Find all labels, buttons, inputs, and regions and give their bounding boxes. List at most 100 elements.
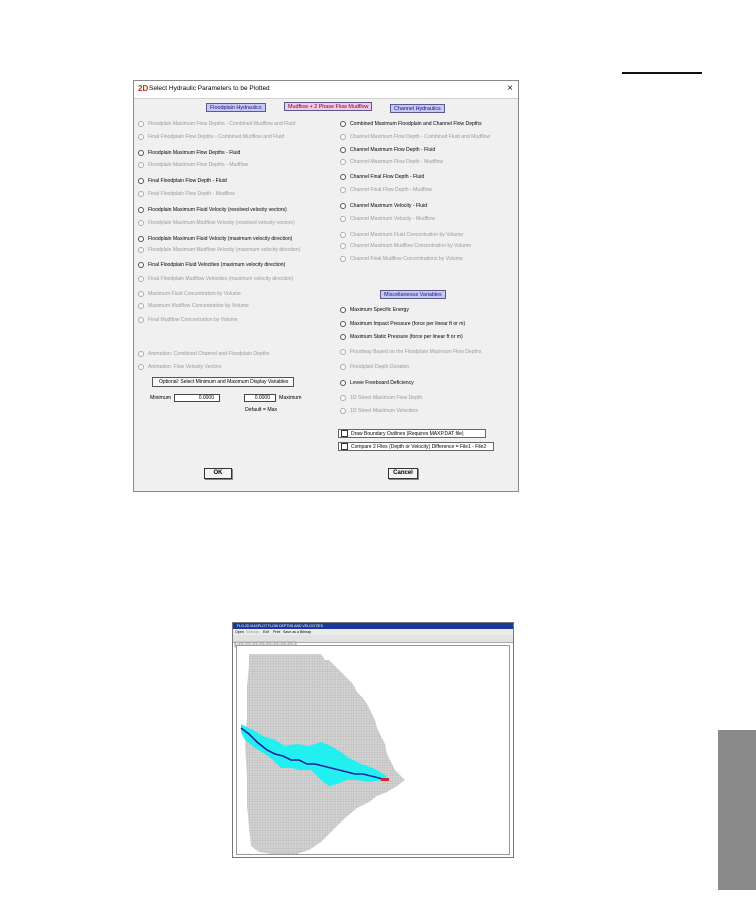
- radio-button[interactable]: [138, 262, 144, 268]
- checkbox-box[interactable]: [341, 443, 348, 450]
- radio-button[interactable]: [340, 232, 346, 238]
- radio-option[interactable]: Final Floodplain Fluid Velocities (maxim…: [138, 262, 285, 268]
- radio-option[interactable]: Floodway Based on the Floodplain Maximum…: [340, 349, 481, 355]
- radio-button[interactable]: [138, 121, 144, 127]
- radio-option[interactable]: Channel Final Flow Depth - Fluid: [340, 174, 424, 180]
- radio-button[interactable]: [138, 191, 144, 197]
- cancel-button[interactable]: Cancel: [388, 468, 418, 479]
- channel-hydraulics-header: Channel Hydraulics: [390, 104, 445, 113]
- radio-option[interactable]: Floodplain Maximum Mudflow Velocity (res…: [138, 220, 295, 226]
- radio-button[interactable]: [340, 203, 346, 209]
- radio-button[interactable]: [340, 349, 346, 355]
- radio-button[interactable]: [340, 380, 346, 386]
- maximum-input[interactable]: 0.0000: [244, 394, 276, 402]
- radio-button[interactable]: [340, 174, 346, 180]
- maxplot-window: FLO-2D MAXPLOT FLOW DEPTHS AND VELOCITIE…: [232, 622, 514, 858]
- radio-button[interactable]: [138, 150, 144, 156]
- radio-button[interactable]: [340, 408, 346, 414]
- radio-button[interactable]: [340, 243, 346, 249]
- radio-option[interactable]: Floodplain Maximum Fluid Velocity (resol…: [138, 207, 287, 213]
- radio-button[interactable]: [138, 220, 144, 226]
- radio-button[interactable]: [340, 395, 346, 401]
- radio-button[interactable]: [138, 207, 144, 213]
- radio-button[interactable]: [138, 364, 144, 370]
- radio-button[interactable]: [340, 321, 346, 327]
- radio-option[interactable]: Animation: Combined Channel and Floodpla…: [138, 351, 269, 357]
- radio-option[interactable]: Floodplain Maximum Flow Depths - Fluid: [138, 150, 240, 156]
- radio-option[interactable]: Maximum Fluid Concentration by Volume: [138, 291, 241, 297]
- radio-option[interactable]: Maximum Specific Energy: [340, 307, 409, 313]
- radio-option[interactable]: Combined Maximum Floodplain and Channel …: [340, 121, 482, 127]
- radio-option[interactable]: Floodplain Maximum Fluid Velocity (maxim…: [138, 236, 292, 242]
- radio-button[interactable]: [138, 247, 144, 253]
- radio-button[interactable]: [340, 159, 346, 165]
- chapter-tab: [718, 730, 756, 890]
- close-icon[interactable]: ×: [507, 83, 513, 94]
- radio-option[interactable]: Final Mudflow Concentration by Volume: [138, 317, 238, 323]
- boundary-outline-checkbox[interactable]: Draw Boundary Outlines (Requires MAXP.DA…: [338, 429, 486, 438]
- ok-button[interactable]: OK: [204, 468, 232, 479]
- radio-button[interactable]: [340, 134, 346, 140]
- flow-depth-map[interactable]: [236, 645, 510, 855]
- radio-option[interactable]: Maximum Static Pressure (force per linea…: [340, 334, 463, 340]
- radio-button[interactable]: [340, 334, 346, 340]
- select-parameters-dialog: 2D Select Hydraulic Parameters to be Plo…: [133, 80, 519, 492]
- radio-option[interactable]: Animation: Flow Velocity Vectors: [138, 364, 222, 370]
- radio-button[interactable]: [340, 147, 346, 153]
- radio-option[interactable]: Final Floodplain Flow Depth - Mudflow: [138, 191, 235, 197]
- radio-option[interactable]: Final Floodplain Mudflow Velocities (max…: [138, 276, 293, 282]
- dialog-title: Select Hydraulic Parameters to be Plotte…: [149, 85, 270, 92]
- radio-button[interactable]: [340, 364, 346, 370]
- radio-option[interactable]: Channel Maximum Flow Depth - Mudflow: [340, 159, 443, 165]
- radio-option[interactable]: Floodplain Maximum Flow Depths - Mudflow: [138, 162, 248, 168]
- radio-option[interactable]: Channel Maximum Fluid Concentration by V…: [340, 232, 463, 238]
- radio-button[interactable]: [340, 256, 346, 262]
- radio-button[interactable]: [340, 187, 346, 193]
- radio-option[interactable]: Maximum Impact Pressure (force per linea…: [340, 321, 465, 327]
- radio-label: Levee Freeboard Deficiency: [350, 380, 414, 386]
- radio-option[interactable]: Channel Maximum Mudflow Concentration by…: [340, 243, 471, 249]
- radio-label: Floodway Based on the Floodplain Maximum…: [350, 349, 482, 355]
- minimum-input[interactable]: 0.0000: [174, 394, 220, 402]
- minimum-label: Minimum: [150, 395, 172, 401]
- radio-option[interactable]: Channel Final Flow Depth - Mudflow: [340, 187, 432, 193]
- compare-files-checkbox[interactable]: Compare 2 Files (Depth or Velocity) Diff…: [338, 442, 494, 451]
- radio-button[interactable]: [138, 162, 144, 168]
- compare-files-label: Compare 2 Files (Depth or Velocity) Diff…: [351, 443, 487, 450]
- radio-label: Channel Maximum Flow Depth - Combined Fl…: [350, 134, 491, 140]
- radio-button[interactable]: [138, 317, 144, 323]
- maxplot-toolbar: [233, 635, 513, 648]
- radio-option[interactable]: Floodplain Maximum Flow Depths - Combine…: [138, 121, 295, 127]
- radio-option[interactable]: 1D Street Maximum Flow Depth: [340, 395, 422, 401]
- radio-button[interactable]: [138, 178, 144, 184]
- radio-button[interactable]: [340, 121, 346, 127]
- radio-button[interactable]: [138, 291, 144, 297]
- checkbox-box[interactable]: [341, 430, 348, 437]
- mudflow-header[interactable]: Mudflow + 2 Phase Flow Mudflow: [284, 102, 373, 111]
- radio-option[interactable]: Final Floodplain Flow Depths - Combined …: [138, 134, 284, 140]
- radio-button[interactable]: [340, 307, 346, 313]
- radio-option[interactable]: Floodplain Depth Duration: [340, 364, 409, 370]
- boundary-outline-label: Draw Boundary Outlines (Requires MAXP.DA…: [351, 430, 464, 437]
- radio-label: 1D Street Maximum Flow Depth: [350, 395, 423, 401]
- radio-option[interactable]: Floodplain Maximum Mudflow Velocity (max…: [138, 247, 300, 253]
- radio-option[interactable]: Maximum Mudflow Concentration by Volume: [138, 303, 249, 309]
- radio-option[interactable]: 1D Street Maximum Velocities: [340, 408, 418, 414]
- radio-button[interactable]: [138, 351, 144, 357]
- radio-label: Channel Maximum Flow Depth - Mudflow: [350, 159, 444, 165]
- radio-button[interactable]: [138, 276, 144, 282]
- radio-option[interactable]: Channel Maximum Flow Depth - Combined Fl…: [340, 134, 490, 140]
- outlet-marker: [381, 778, 389, 781]
- radio-option[interactable]: Channel Maximum Velocity - Fluid: [340, 203, 427, 209]
- radio-option[interactable]: Final Floodplain Flow Depth - Fluid: [138, 178, 227, 184]
- radio-button[interactable]: [138, 303, 144, 309]
- radio-button[interactable]: [138, 134, 144, 140]
- radio-label: Channel Final Flow Depth - Fluid: [350, 174, 425, 180]
- radio-option[interactable]: Channel Final Mudflow Concentrations by …: [340, 256, 463, 262]
- radio-button[interactable]: [138, 236, 144, 242]
- radio-button[interactable]: [340, 216, 346, 222]
- radio-option[interactable]: Channel Maximum Velocity - Mudflow: [340, 216, 435, 222]
- radio-option[interactable]: Levee Freeboard Deficiency: [340, 380, 414, 386]
- radio-label: Animation: Combined Channel and Floodpla…: [148, 351, 270, 357]
- radio-option[interactable]: Channel Maximum Flow Depth - Fluid: [340, 147, 435, 153]
